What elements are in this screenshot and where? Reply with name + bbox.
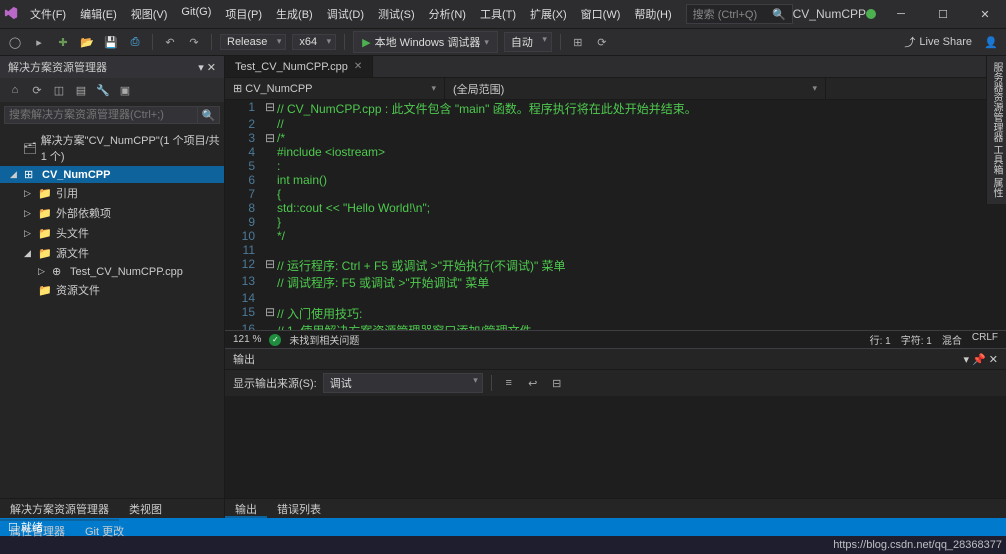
cursor-line: 行: 1 [870, 332, 891, 347]
output-goto-icon[interactable]: ⊟ [548, 374, 566, 392]
toggle-icon[interactable]: ⊞ [569, 33, 587, 51]
tree-folder[interactable]: ▷📁外部依赖项 [0, 203, 224, 223]
menu-item[interactable]: Git(G) [175, 4, 217, 24]
menu-item[interactable]: 视图(V) [125, 4, 174, 24]
nav-scope-combo[interactable]: (全局范围)▾ [445, 78, 826, 99]
project-node[interactable]: ◢⊞ CV_NumCPP [0, 166, 224, 183]
show-all-icon[interactable]: ▤ [72, 81, 90, 99]
solution-node[interactable]: 🗂 解决方案"CV_NumCPP"(1 个项目/共 1 个) [0, 130, 224, 166]
output-source-combo[interactable]: 调试 [323, 373, 483, 393]
back-icon[interactable]: ◯ [6, 33, 24, 51]
code-editor[interactable]: 1⊟// CV_NumCPP.cpp : 此文件包含 "main" 函数。程序执… [225, 100, 1006, 330]
tree-file[interactable]: ▷⊕Test_CV_NumCPP.cpp [0, 263, 224, 280]
output-body[interactable] [225, 396, 1006, 498]
watermark: https://blog.csdn.net/qq_28368377 [833, 539, 1002, 551]
menu-item[interactable]: 测试(S) [372, 4, 421, 24]
save-all-icon[interactable]: ⎙ [126, 33, 144, 51]
auto-combo[interactable]: 自动 [504, 32, 552, 52]
new-icon[interactable]: ✚ [54, 33, 72, 51]
title-search[interactable]: 搜索 (Ctrl+Q) 🔍 [686, 4, 793, 24]
output-title: 输出 [233, 351, 255, 367]
collapse-icon[interactable]: ◫ [50, 81, 68, 99]
vs-logo-icon [4, 6, 18, 22]
menu-item[interactable]: 文件(F) [24, 4, 72, 24]
status-ready: ☐ 就绪 [8, 519, 43, 535]
minimize-button[interactable]: ─ [884, 2, 918, 26]
search-go-icon[interactable]: 🔍 [198, 106, 220, 124]
tab-close-icon[interactable]: ✕ [354, 61, 362, 72]
no-issues-label: 未找到相关问题 [289, 332, 359, 347]
output-source-label: 显示输出来源(S): [233, 375, 317, 391]
menu-item[interactable]: 生成(B) [270, 4, 319, 24]
panel-dropdown-icon[interactable]: ▾ ✕ [198, 61, 216, 74]
play-icon: ▶ [362, 36, 370, 49]
main-menu: 文件(F)编辑(E)视图(V)Git(G)项目(P)生成(B)调试(D)测试(S… [24, 4, 678, 24]
config-combo[interactable]: Release [220, 34, 286, 50]
tree-folder[interactable]: 📁资源文件 [0, 280, 224, 300]
live-share-button[interactable]: ⤴ Live Share [904, 34, 972, 50]
search-placeholder: 搜索 (Ctrl+Q) [693, 6, 757, 22]
right-side-tabs[interactable]: 服务器资源管理器 工具箱 属性 [986, 56, 1006, 204]
menu-item[interactable]: 扩展(X) [524, 4, 573, 24]
line-mode: 混合 [942, 332, 962, 347]
menu-item[interactable]: 项目(P) [219, 4, 268, 24]
preview-icon[interactable]: ▣ [116, 81, 134, 99]
close-button[interactable]: ✕ [968, 2, 1002, 26]
nav-project-combo[interactable]: ⊞ CV_NumCPP▾ [225, 78, 445, 99]
live-share-icon: ⤴ [904, 34, 915, 50]
open-icon[interactable]: 📂 [78, 33, 96, 51]
menu-item[interactable]: 编辑(E) [74, 4, 123, 24]
zoom-level[interactable]: 121 % [233, 334, 261, 345]
search-icon: 🔍 [772, 8, 786, 21]
output-pin-icon[interactable]: ▾ 📌 ✕ [963, 353, 998, 366]
refresh-icon[interactable]: ⟳ [28, 81, 46, 99]
menu-item[interactable]: 分析(N) [423, 4, 472, 24]
sidebar-tab[interactable]: 类视图 [119, 499, 172, 521]
output-tab[interactable]: 错误列表 [267, 499, 331, 518]
menu-item[interactable]: 调试(D) [321, 4, 370, 24]
home-icon[interactable]: ⌂ [6, 81, 24, 99]
solution-explorer-header: 解决方案资源管理器 ▾ ✕ [0, 56, 224, 78]
nav-member-combo[interactable]: ▾ [826, 78, 1006, 99]
solution-search-input[interactable] [4, 106, 198, 124]
save-icon[interactable]: 💾 [102, 33, 120, 51]
output-wrap-icon[interactable]: ↩ [524, 374, 542, 392]
redo-icon[interactable]: ↷ [185, 33, 203, 51]
tree-folder[interactable]: ◢📁源文件 [0, 243, 224, 263]
properties-icon[interactable]: 🔧 [94, 81, 112, 99]
no-issues-icon: ✓ [269, 334, 281, 346]
eol-mode: CRLF [972, 332, 998, 347]
tree-folder[interactable]: ▷📁引用 [0, 183, 224, 203]
solution-tree: 🗂 解决方案"CV_NumCPP"(1 个项目/共 1 个) ◢⊞ CV_Num… [0, 128, 224, 498]
start-debug-button[interactable]: ▶ 本地 Windows 调试器 ▾ [353, 31, 498, 53]
signin-status-icon[interactable] [866, 9, 876, 19]
cursor-col: 字符: 1 [901, 332, 932, 347]
platform-combo[interactable]: x64 [292, 34, 336, 50]
feedback-icon[interactable]: 👤 [982, 33, 1000, 51]
window-title: CV_NumCPP [793, 7, 866, 21]
maximize-button[interactable]: ☐ [926, 2, 960, 26]
undo-icon[interactable]: ↶ [161, 33, 179, 51]
sidebar-tab[interactable]: 解决方案资源管理器 [0, 499, 119, 521]
output-tab[interactable]: 输出 [225, 499, 267, 518]
output-clear-icon[interactable]: ≡ [500, 374, 518, 392]
menu-item[interactable]: 窗口(W) [575, 4, 627, 24]
forward-icon[interactable]: ▸ [30, 33, 48, 51]
sync-icon[interactable]: ⟳ [593, 33, 611, 51]
menu-item[interactable]: 工具(T) [474, 4, 522, 24]
file-tab[interactable]: Test_CV_NumCPP.cpp ✕ [225, 56, 373, 77]
tree-folder[interactable]: ▷📁头文件 [0, 223, 224, 243]
menu-item[interactable]: 帮助(H) [628, 4, 677, 24]
sidebar-tab[interactable]: Git 更改 [75, 521, 134, 541]
